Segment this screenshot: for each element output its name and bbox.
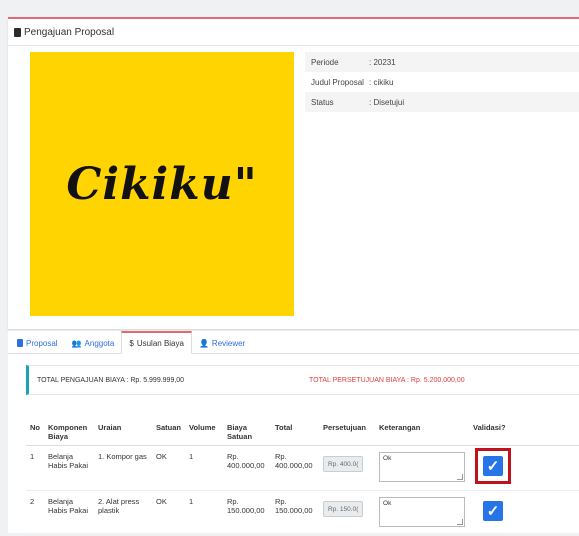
proposal-info: Periode : 20231 Judul Proposal : cikiku … [305,52,579,112]
col-biaya-satuan: Biaya Satuan [223,419,272,446]
col-komponen: Komponen Biaya [44,419,94,446]
cell-keterangan: Ok [375,490,470,536]
table-row: 1 Belanja Habis Pakai 1. Kompor gas OK 1… [26,445,579,491]
cell-uraian: 1. Kompor gas [94,445,152,491]
cell-validasi: ✓ [469,445,579,491]
persetujuan-input[interactable]: Rp. 400.0( [323,456,364,472]
card-title: Pengajuan Proposal [24,26,115,38]
card-header: Pengajuan Proposal [8,19,579,46]
table-header-row: No Komponen Biaya Uraian Satuan Volume B… [26,419,579,446]
col-keterangan: Keterangan [375,419,470,446]
biaya-table: No Komponen Biaya Uraian Satuan Volume B… [26,419,579,536]
col-validasi: Validasi? [469,419,579,446]
summary-callout: TOTAL PENGAJUAN BIAYA : Rp. 5.999.999,00… [26,365,579,395]
dollar-icon: $ [129,338,134,348]
check-icon: ✓ [486,458,500,475]
tab-bar: Proposal 👥 Anggota $ Usulan Biaya 👤 Revi… [8,331,579,354]
check-icon: ✓ [486,503,500,520]
info-value: : 20231 [369,57,396,67]
cell-komponen: Belanja Habis Pakai [44,490,94,536]
total-persetujuan: TOTAL PERSETUJUAN BIAYA : Rp. 5.200.000,… [309,376,465,384]
document-icon [17,339,23,347]
validasi-wrap: ✓ [475,493,511,529]
total-pengajuan: TOTAL PENGAJUAN BIAYA : Rp. 5.999.999,00 [37,376,185,384]
info-label: Periode [311,57,339,67]
cell-total: Rp. 150.000,00 [271,490,320,536]
info-row-periode: Periode : 20231 [305,52,579,72]
cell-satuan: OK [152,490,186,536]
cell-no: 2 [26,490,44,536]
tab-usulan-biaya[interactable]: $ Usulan Biaya [121,331,192,354]
cell-uraian: 2. Alat press plastik [94,490,152,536]
persetujuan-input[interactable]: Rp. 150.0( [323,501,364,517]
tab-label: Proposal [26,338,58,348]
cell-persetujuan: Rp. 150.0( [319,490,376,536]
info-row-status: Status : Disetujui [305,92,579,112]
cell-komponen: Belanja Habis Pakai [44,445,94,491]
validasi-highlight: ✓ [475,448,512,484]
tab-label: Reviewer [211,338,246,348]
proposal-logo: Cikiku" [30,52,294,316]
col-volume: Volume [185,419,224,446]
tab-proposal[interactable]: Proposal [10,333,65,353]
cell-satuan: OK [152,445,186,491]
cell-biaya: Rp. 150.000,00 [223,490,272,536]
proposal-card: Pengajuan Proposal Cikiku" Periode : 202… [8,17,579,329]
tab-label: Anggota [84,338,115,348]
col-total: Total [271,419,320,446]
info-value: : cikiku [369,77,394,87]
cell-no: 1 [26,445,44,491]
user-edit-icon: 👤 [198,338,209,348]
tab-reviewer[interactable]: 👤 Reviewer [192,333,252,353]
cell-total: Rp. 400.000,00 [271,445,320,491]
validasi-checkbox[interactable]: ✓ [483,501,504,521]
keterangan-textarea[interactable]: Ok [379,452,466,482]
validasi-checkbox[interactable]: ✓ [483,456,504,476]
tabs-card: Proposal 👥 Anggota $ Usulan Biaya 👤 Revi… [8,331,579,536]
cell-volume: 1 [185,490,224,536]
info-row-judul: Judul Proposal : cikiku [305,72,579,92]
table-row: 2 Belanja Habis Pakai 2. Alat press plas… [26,490,579,536]
cell-persetujuan: Rp. 400.0( [319,445,376,491]
cell-volume: 1 [185,445,224,491]
info-label: Judul Proposal [311,77,364,87]
cell-validasi: ✓ [469,490,579,536]
col-no: No [26,419,44,446]
tab-anggota[interactable]: 👥 Anggota [65,333,122,353]
users-icon: 👥 [71,338,82,348]
info-label: Status [311,97,334,107]
logo-text: Cikiku" [66,158,258,210]
keterangan-textarea[interactable]: Ok [379,497,466,527]
cell-keterangan: Ok [375,445,470,491]
col-persetujuan: Persetujuan [319,419,376,446]
cell-biaya: Rp. 400.000,00 [223,445,272,491]
col-uraian: Uraian [94,419,152,446]
tab-label: Usulan Biaya [136,338,184,348]
document-icon [14,27,21,37]
info-value: : Disetujui [369,97,405,107]
col-satuan: Satuan [152,419,186,446]
